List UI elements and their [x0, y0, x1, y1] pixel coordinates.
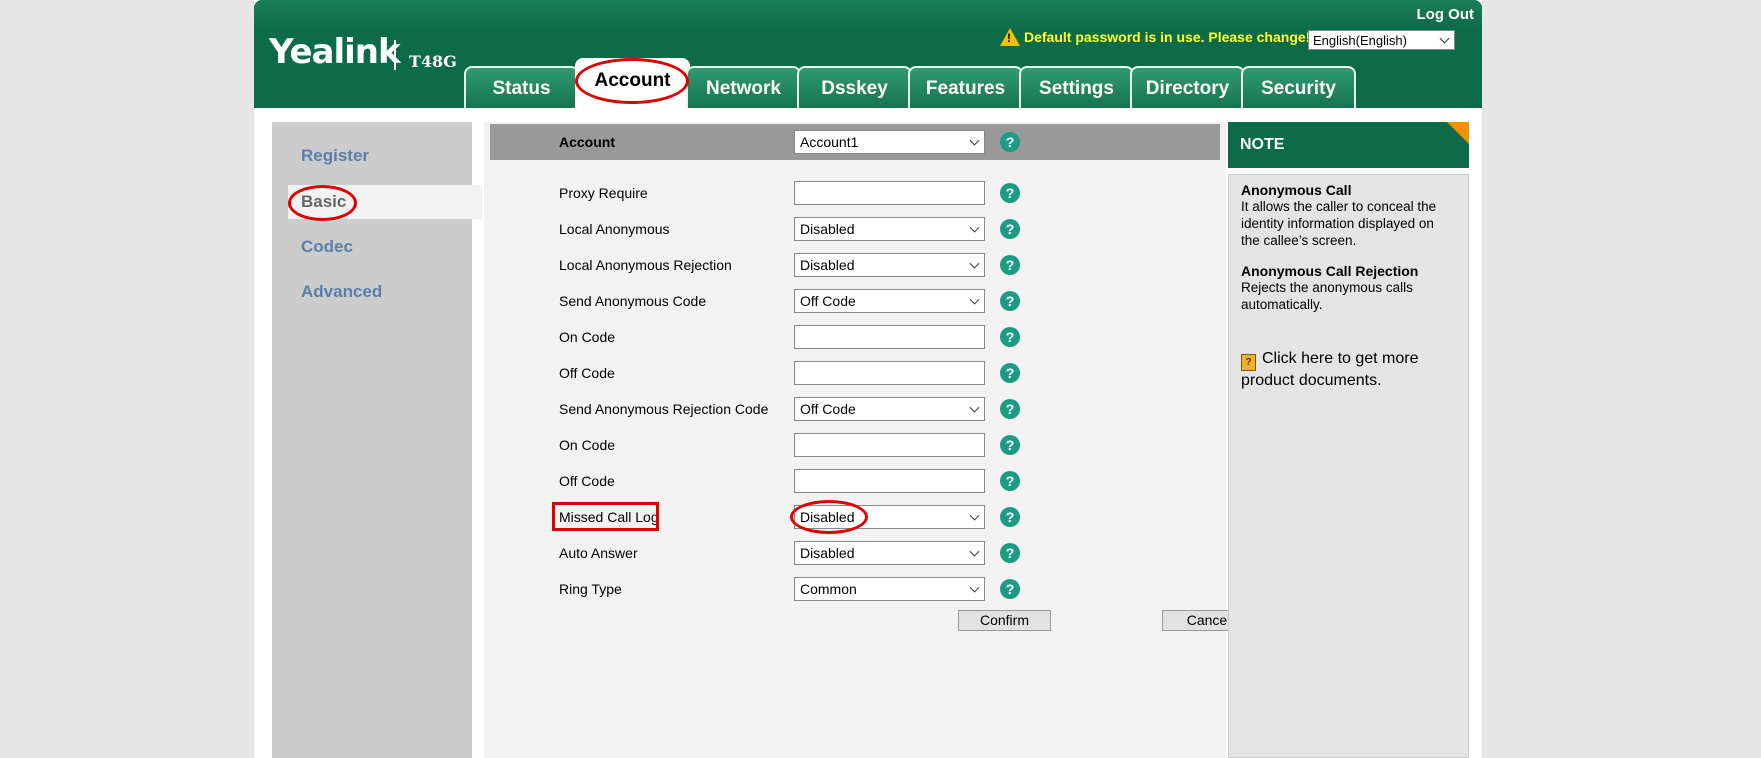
note-header: NOTE: [1228, 122, 1469, 168]
help-icon[interactable]: ?: [1000, 183, 1020, 203]
chevron-down-icon: [969, 510, 980, 521]
tab-status[interactable]: Status: [464, 66, 579, 108]
select-local-anonymous[interactable]: Disabled: [794, 217, 985, 241]
field-value: Disabled: [800, 257, 855, 273]
chevron-down-icon: [969, 546, 980, 557]
select-local-anonymous-rejection[interactable]: Disabled: [794, 253, 985, 277]
warning-triangle-icon: !: [1000, 28, 1020, 46]
input-on-code[interactable]: [794, 325, 985, 349]
label-auto-answer: Auto Answer: [559, 545, 638, 561]
label-missed-call-log: Missed Call Log: [559, 509, 659, 525]
note-body: Anonymous Call It allows the caller to c…: [1228, 174, 1469, 758]
sidebar-item-advanced[interactable]: Advanced: [272, 275, 472, 309]
tab-features[interactable]: Features: [908, 66, 1023, 108]
label-on-code: On Code: [559, 329, 616, 345]
note-section-anonymous-call-rejection: Anonymous Call Rejection Rejects the ano…: [1241, 263, 1456, 313]
chevron-down-icon: [1439, 33, 1450, 44]
account-label: Account: [559, 134, 615, 150]
field-value: Disabled: [800, 545, 855, 561]
field-value: Off Code: [800, 293, 856, 309]
note-section-text: It allows the caller to conceal the iden…: [1241, 199, 1437, 248]
chevron-down-icon: [969, 258, 980, 269]
product-documents-link[interactable]: ? Click here to get more product document…: [1241, 349, 1456, 390]
tab-settings[interactable]: Settings: [1019, 66, 1134, 108]
field-value: Off Code: [800, 401, 856, 417]
help-icon[interactable]: ?: [1000, 579, 1020, 599]
logo-separator: [394, 40, 396, 70]
label-send-anonymous-rejection-code: Send Anonymous Rejection Code: [559, 401, 769, 417]
book-icon: ?: [1241, 354, 1256, 371]
account-basic-form: Account Account1? Proxy Require? Local Ano…: [484, 122, 1255, 758]
help-icon[interactable]: ?: [1000, 435, 1020, 455]
note-panel: NOTE Anonymous Call It allows the caller…: [1228, 122, 1469, 758]
help-icon[interactable]: ?: [1000, 132, 1020, 152]
chevron-down-icon: [969, 135, 980, 146]
account-select[interactable]: Account1: [794, 130, 985, 154]
yealink-logo: Yealink: [269, 32, 401, 72]
label-local-anonymous: Local Anonymous: [559, 221, 670, 237]
help-icon[interactable]: ?: [1000, 291, 1020, 311]
label-on-code: On Code: [559, 437, 616, 453]
help-icon[interactable]: ?: [1000, 543, 1020, 563]
model-name: T48G: [409, 52, 457, 71]
label-proxy-require: Proxy Require: [559, 185, 648, 201]
warning-text: Default password is in use. Please chang…: [1024, 29, 1311, 45]
label-off-code: Off Code: [559, 365, 615, 381]
help-icon[interactable]: ?: [1000, 363, 1020, 383]
input-on-code[interactable]: [794, 433, 985, 457]
tab-directory[interactable]: Directory: [1130, 66, 1245, 108]
default-password-warning: ! Default password is in use. Please cha…: [1000, 28, 1310, 46]
tab-dsskey[interactable]: Dsskey: [797, 66, 912, 108]
note-section-title: Anonymous Call Rejection: [1241, 263, 1419, 279]
help-icon[interactable]: ?: [1000, 399, 1020, 419]
chevron-down-icon: [969, 222, 980, 233]
select-send-anonymous-code[interactable]: Off Code: [794, 289, 985, 313]
language-value: English(English): [1313, 33, 1407, 48]
input-off-code[interactable]: [794, 361, 985, 385]
note-section-text: Rejects the anonymous calls automaticall…: [1241, 280, 1413, 312]
doc-link-text: Click here to get more product documents…: [1241, 350, 1419, 389]
help-icon[interactable]: ?: [1000, 219, 1020, 239]
select-missed-call-log[interactable]: Disabled: [794, 505, 985, 529]
header-shine: [254, 0, 1482, 28]
help-icon[interactable]: ?: [1000, 507, 1020, 527]
note-corner-fold: [1447, 122, 1469, 144]
tab-account[interactable]: Account: [575, 58, 690, 108]
input-proxy-require[interactable]: [794, 181, 985, 205]
sidebar-item-basic[interactable]: Basic: [288, 185, 482, 219]
help-icon[interactable]: ?: [1000, 471, 1020, 491]
label-send-anonymous-code: Send Anonymous Code: [559, 293, 707, 309]
help-icon[interactable]: ?: [1000, 255, 1020, 275]
tab-security[interactable]: Security: [1241, 66, 1356, 108]
sidebar: Register Basic Codec Advanced: [272, 122, 482, 758]
account-row: Account Account1?: [490, 124, 1220, 160]
select-auto-answer[interactable]: Disabled: [794, 541, 985, 565]
field-value: Disabled: [800, 221, 855, 237]
header-bar: Yealink T48G Log Out ! Default password …: [254, 0, 1482, 108]
label-ring-type: Ring Type: [559, 581, 622, 597]
tab-network[interactable]: Network: [686, 66, 801, 108]
chevron-down-icon: [969, 294, 980, 305]
note-section-title: Anonymous Call: [1241, 182, 1352, 198]
language-select[interactable]: English(English): [1308, 30, 1455, 50]
confirm-button[interactable]: Confirm: [958, 610, 1051, 631]
field-value: Common: [800, 581, 857, 597]
sidebar-item-codec[interactable]: Codec: [272, 230, 472, 264]
select-send-anonymous-rejection-code[interactable]: Off Code: [794, 397, 985, 421]
input-off-code[interactable]: [794, 469, 985, 493]
logout-link[interactable]: Log Out: [1417, 6, 1474, 23]
help-icon[interactable]: ?: [1000, 327, 1020, 347]
label-off-code: Off Code: [559, 473, 615, 489]
label-local-anonymous-rejection: Local Anonymous Rejection: [559, 257, 732, 273]
chevron-down-icon: [969, 402, 980, 413]
account-value: Account1: [800, 134, 859, 150]
chevron-down-icon: [969, 582, 980, 593]
note-section-anonymous-call: Anonymous Call It allows the caller to c…: [1241, 182, 1456, 249]
select-ring-type[interactable]: Common: [794, 577, 985, 601]
sidebar-item-register[interactable]: Register: [272, 139, 472, 173]
web-admin-frame: Yealink T48G Log Out ! Default password …: [254, 0, 1482, 758]
field-value: Disabled: [800, 509, 855, 525]
